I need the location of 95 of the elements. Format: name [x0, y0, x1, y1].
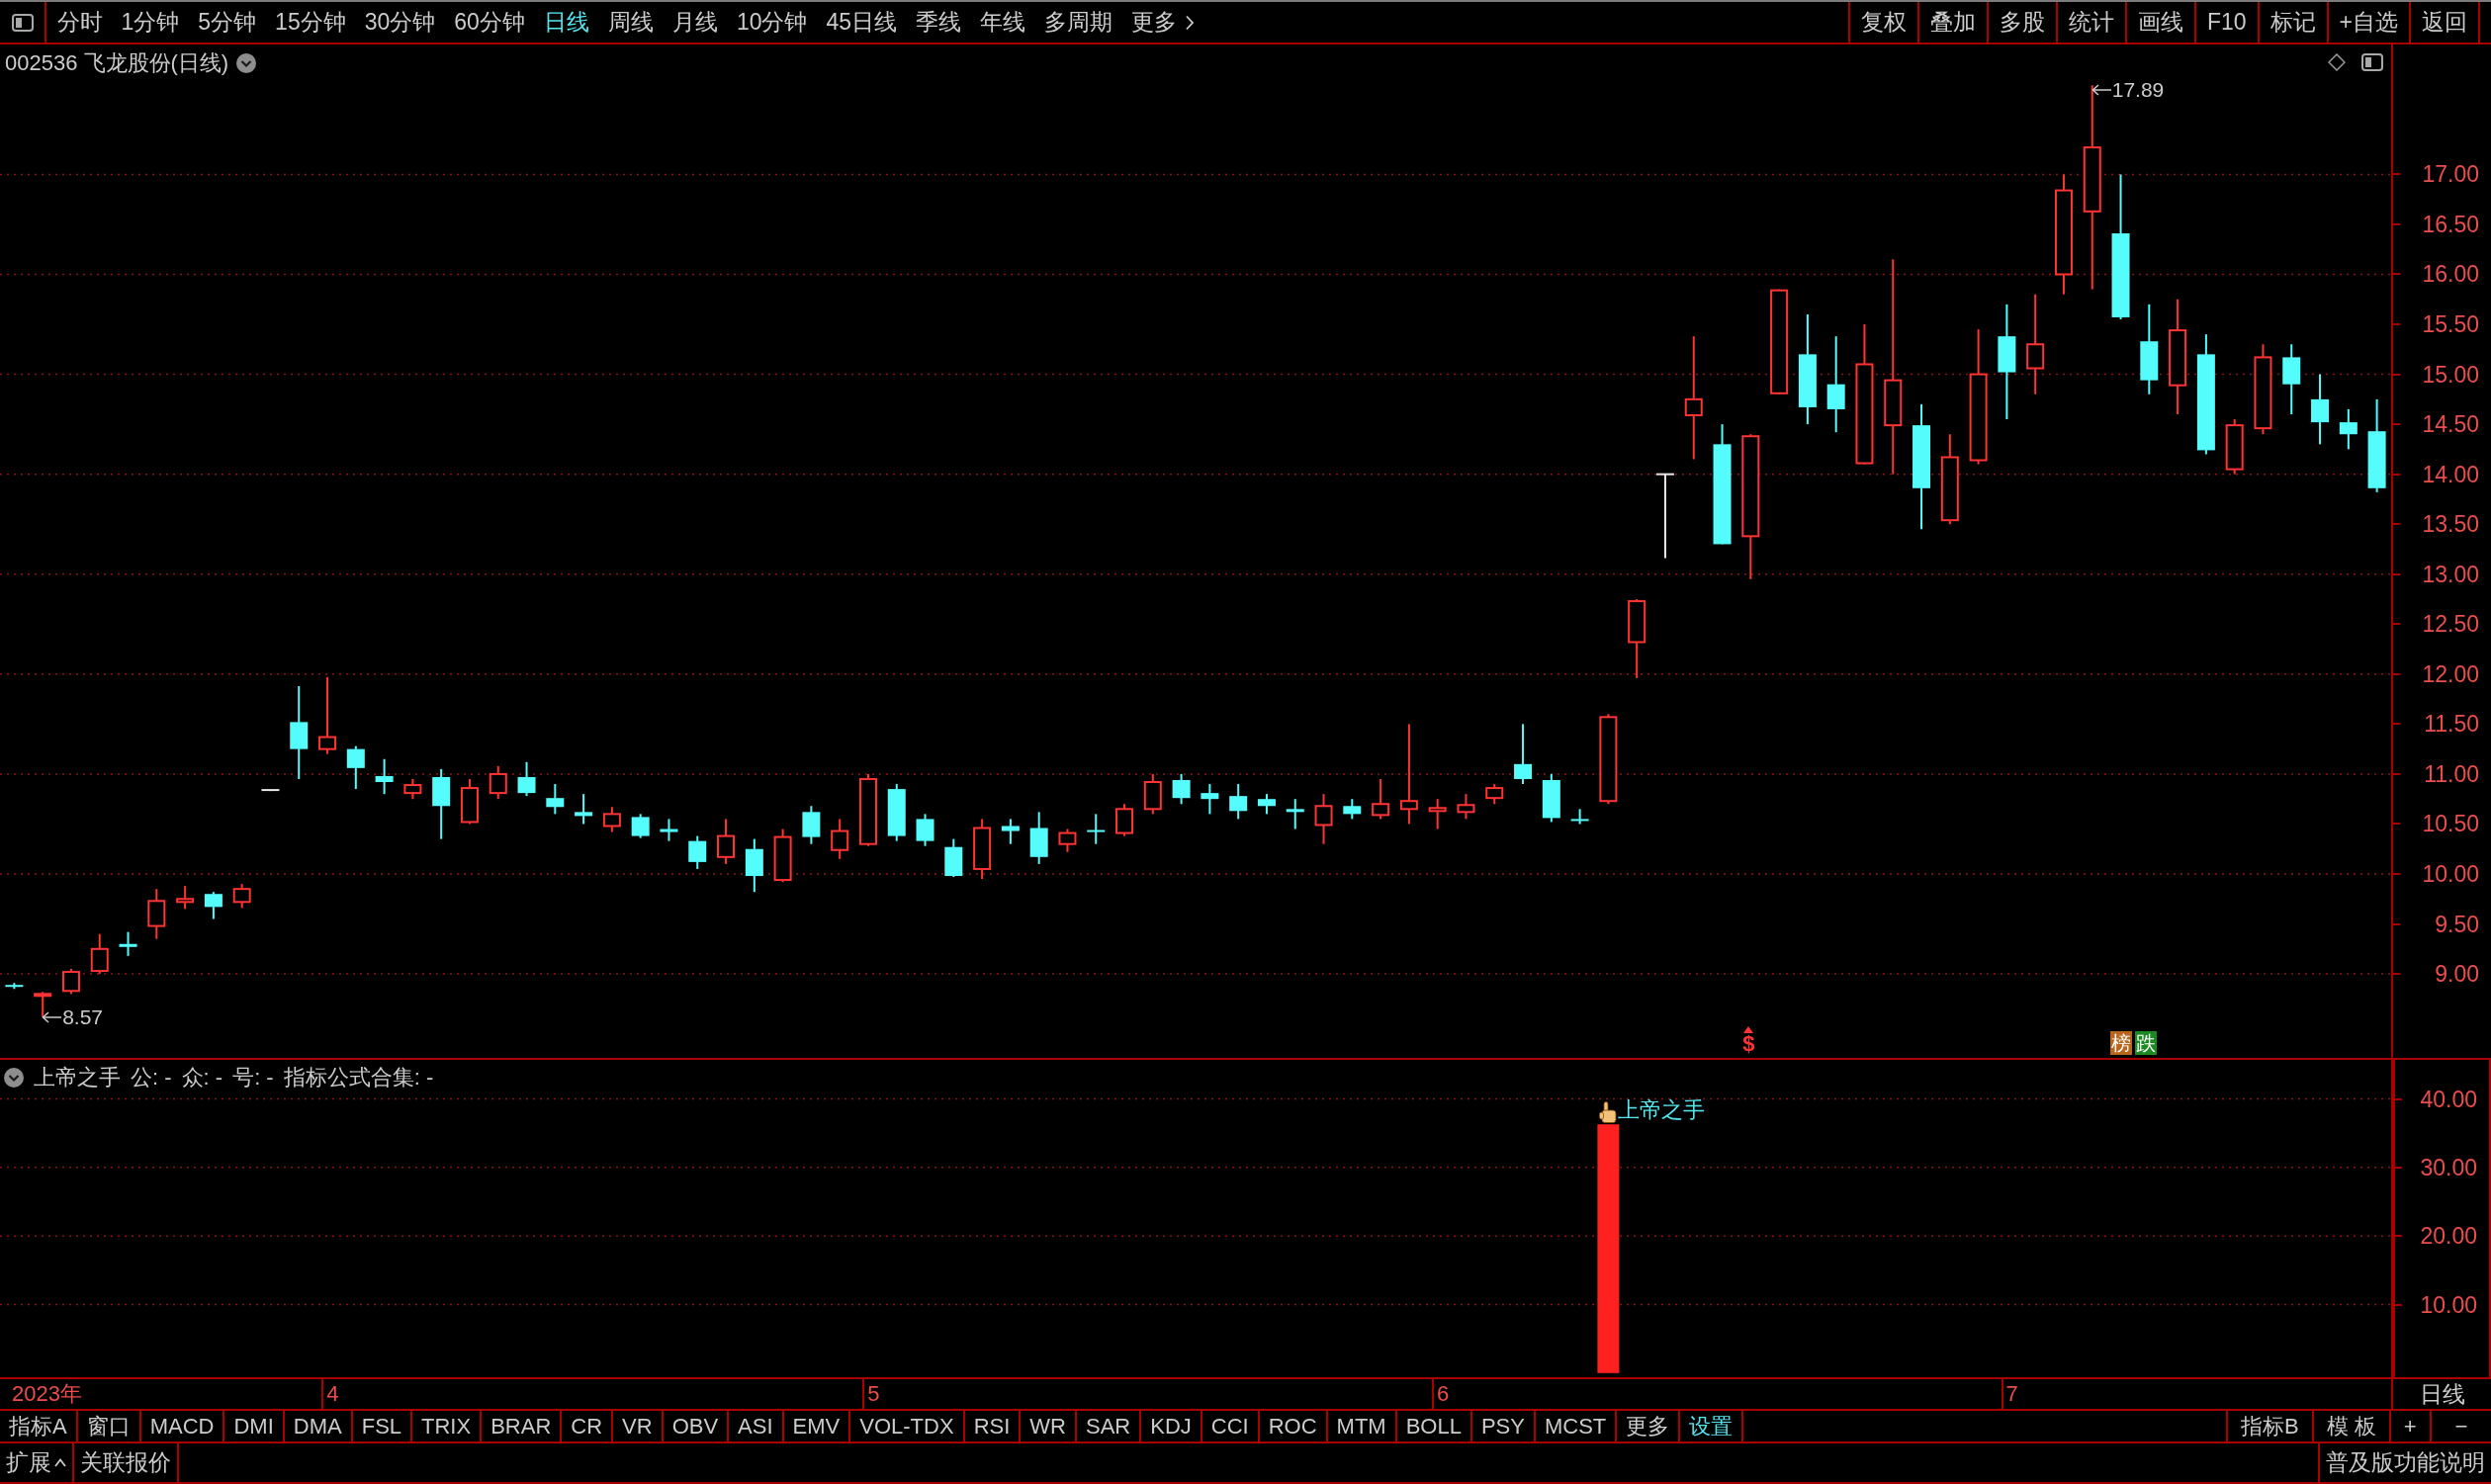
axis-label: 12.50	[2422, 611, 2479, 638]
axis-label: 9.00	[2435, 961, 2479, 988]
date-axis-label: 5	[867, 1381, 880, 1407]
indicator-tab[interactable]: MCST	[1535, 1411, 1618, 1441]
indicator-tab[interactable]: FSL	[352, 1411, 413, 1441]
period-tab[interactable]: 年线	[970, 2, 1035, 43]
period-tab[interactable]: 1分钟	[112, 2, 189, 43]
period-tab[interactable]: 日线	[534, 2, 599, 43]
axis-label: 30.00	[2420, 1154, 2477, 1180]
axis-label: 40.00	[2420, 1086, 2477, 1112]
signal-label: 上帝之手	[1618, 1097, 1706, 1124]
toolbar-button[interactable]: 统计	[2055, 2, 2125, 43]
indicator-tab[interactable]: VR	[613, 1411, 664, 1441]
axis-label: 10.50	[2422, 811, 2479, 837]
panel-tab[interactable]: 模 板	[2311, 1411, 2389, 1441]
indicator-tab[interactable]: PSY	[1471, 1411, 1536, 1441]
axis-label: 11.50	[2424, 711, 2479, 738]
chevron-right-icon	[1185, 14, 1196, 31]
period-tab[interactable]: 60分钟	[444, 2, 535, 43]
axis-label: 11.00	[2424, 760, 2479, 787]
indicator-tab[interactable]: RSI	[964, 1411, 1022, 1441]
date-axis-label: 2023年	[12, 1380, 82, 1408]
panel-tab[interactable]: −	[2429, 1411, 2491, 1441]
indicator-output: 号: -	[232, 1065, 274, 1091]
toolbar-button[interactable]: 多股	[1986, 2, 2056, 43]
axis-label: 13.50	[2422, 511, 2479, 538]
indicator-tab[interactable]: ROC	[1259, 1411, 1328, 1441]
period-tab[interactable]: 分时	[47, 2, 112, 43]
indicator-tab[interactable]: ASI	[729, 1411, 784, 1441]
axis-label: 10.00	[2420, 1291, 2477, 1318]
axis-label: 14.00	[2422, 461, 2479, 487]
toolbar-button[interactable]: F10	[2193, 2, 2258, 43]
indicator-tab[interactable]: MACD	[140, 1411, 225, 1441]
expand-button[interactable]: 扩展	[0, 1443, 74, 1482]
panel-icon	[11, 13, 34, 32]
chevron-down-circle-icon[interactable]	[4, 1068, 24, 1088]
toolbar-button[interactable]: 画线	[2124, 2, 2194, 43]
axis-label: 12.00	[2422, 660, 2479, 687]
date-axis-label: 7	[2005, 1381, 2018, 1407]
axis-label: 9.50	[2435, 911, 2479, 937]
axis-label: 17.00	[2422, 161, 2479, 188]
hand-icon	[1599, 1101, 1618, 1124]
period-tab[interactable]: 15分钟	[265, 2, 356, 43]
period-label: 日线	[2391, 1379, 2491, 1409]
indicator-tab[interactable]: WR	[1021, 1411, 1077, 1441]
axis-label: 16.50	[2422, 211, 2479, 237]
axis-label: 13.00	[2422, 561, 2479, 587]
toolbar-button[interactable]: 标记	[2257, 2, 2327, 43]
toolbar-button[interactable]: 返回	[2409, 2, 2478, 43]
axis-label: 15.50	[2422, 311, 2479, 338]
axis-label: 10.00	[2422, 861, 2479, 887]
period-tab[interactable]: 30分钟	[355, 2, 445, 43]
indicator-tab[interactable]: EMV	[783, 1411, 851, 1441]
indicator-tab[interactable]: TRIX	[412, 1411, 483, 1441]
indicator-tab[interactable]: DMI	[224, 1411, 285, 1441]
indicator-tab[interactable]: CCI	[1201, 1411, 1260, 1441]
period-tab[interactable]: 45日线	[816, 2, 907, 43]
toolbar-button[interactable]: 复权	[1847, 2, 1917, 43]
indicator-output: 指标公式合集: -	[283, 1065, 434, 1091]
date-axis-label: 6	[1436, 1381, 1450, 1407]
indicator-tab[interactable]: OBV	[663, 1411, 730, 1441]
indicator-tab[interactable]: CR	[562, 1411, 614, 1441]
indicator-tab[interactable]: KDJ	[1141, 1411, 1202, 1441]
axis-label: 14.50	[2422, 411, 2479, 438]
more-button[interactable]: 更多	[1121, 2, 1204, 43]
indicator-tab[interactable]: 更多	[1617, 1411, 1681, 1441]
panel-tab[interactable]: 指标B	[2226, 1411, 2312, 1441]
period-tab[interactable]: 多周期	[1034, 2, 1122, 43]
period-tab[interactable]: 月线	[663, 2, 728, 43]
indicator-tab[interactable]: DMA	[284, 1411, 353, 1441]
axis-label: 15.00	[2422, 361, 2479, 388]
help-button[interactable]: 普及版功能说明	[2318, 1443, 2491, 1482]
indicator-tab[interactable]: 窗口	[77, 1411, 141, 1441]
date-axis-label: 4	[326, 1381, 339, 1407]
indicator-tab[interactable]: 指标A	[0, 1411, 78, 1441]
period-tab[interactable]: 10分钟	[727, 2, 817, 43]
panel-tab[interactable]: +	[2388, 1411, 2430, 1441]
indicator-tab[interactable]: VOL-TDX	[850, 1411, 965, 1441]
indicator-tab[interactable]: SAR	[1076, 1411, 1142, 1441]
related-quotes-button[interactable]: 关联报价	[74, 1443, 179, 1482]
indicator-tab[interactable]: BOLL	[1396, 1411, 1472, 1441]
indicator-tab[interactable]: MTM	[1327, 1411, 1397, 1441]
chevron-up-icon	[54, 1458, 66, 1467]
indicator-tab[interactable]: 设置	[1680, 1411, 1744, 1441]
axis-label: 16.00	[2422, 261, 2479, 288]
indicator-output: 众: -	[181, 1065, 223, 1091]
period-tab[interactable]: 季线	[906, 2, 971, 43]
axis-label: 20.00	[2420, 1223, 2477, 1250]
toolbar-button[interactable]: +自选	[2326, 2, 2409, 43]
indicator-tab[interactable]: BRAR	[482, 1411, 563, 1441]
toolbar-button[interactable]: 叠加	[1916, 2, 1987, 43]
period-tab[interactable]: 周线	[598, 2, 664, 43]
period-tab[interactable]: 5分钟	[188, 2, 266, 43]
indicator-output: 公: -	[131, 1065, 172, 1091]
indicator-name: 上帝之手	[34, 1065, 121, 1091]
